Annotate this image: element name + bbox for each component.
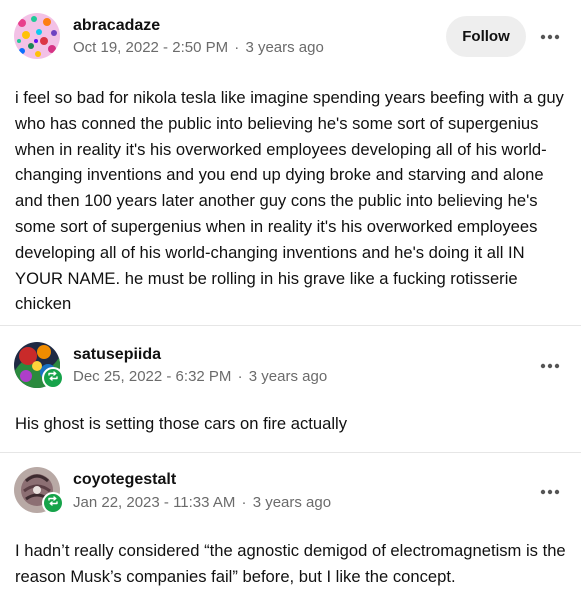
- more-horizontal-icon: [540, 356, 560, 374]
- follow-button[interactable]: Follow: [446, 16, 526, 57]
- post-satusepiida: satusepiida Dec 25, 2022 - 6:32 PM · 3 y…: [0, 326, 581, 453]
- username[interactable]: abracadaze: [73, 16, 160, 36]
- post-abracadaze: abracadaze Oct 19, 2022 - 2:50 PM · 3 ye…: [0, 0, 581, 326]
- post-body: His ghost is setting those cars on fire …: [15, 414, 348, 433]
- more-options-button[interactable]: [538, 479, 562, 503]
- reblog-badge: [42, 492, 64, 514]
- reblog-badge: [42, 367, 64, 389]
- meta-separator: ·: [237, 368, 243, 385]
- post-date: Jan 22, 2023 - 11:33 AM: [73, 494, 236, 511]
- more-options-button[interactable]: [538, 353, 562, 377]
- username[interactable]: satusepiida: [73, 345, 161, 365]
- post-date: Oct 19, 2022 - 2:50 PM: [73, 39, 229, 56]
- meta-separator: ·: [241, 494, 247, 511]
- post-date: Dec 25, 2022 - 6:32 PM: [73, 368, 232, 385]
- meta-separator: ·: [234, 39, 240, 56]
- reblog-icon: [47, 494, 59, 512]
- post-timestamp[interactable]: Dec 25, 2022 - 6:32 PM · 3 years ago: [73, 367, 327, 387]
- post-coyotegestalt: coyotegestalt Jan 22, 2023 - 11:33 AM · …: [0, 453, 581, 601]
- avatar-abracadaze[interactable]: [14, 13, 60, 59]
- username[interactable]: coyotegestalt: [73, 470, 176, 490]
- post-body: i feel so bad for nikola tesla like imag…: [15, 88, 564, 314]
- reblog-icon: [47, 369, 59, 387]
- post-body: I hadn’t really considered “the agnostic…: [15, 541, 566, 586]
- post-timestamp[interactable]: Jan 22, 2023 - 11:33 AM · 3 years ago: [73, 493, 331, 513]
- more-horizontal-icon: [540, 482, 560, 500]
- post-timestamp[interactable]: Oct 19, 2022 - 2:50 PM · 3 years ago: [73, 38, 324, 58]
- more-options-button[interactable]: [538, 24, 562, 48]
- post-relative-time: 3 years ago: [248, 368, 328, 385]
- post-relative-time: 3 years ago: [245, 39, 324, 56]
- post-relative-time: 3 years ago: [252, 494, 332, 511]
- more-horizontal-icon: [540, 27, 560, 45]
